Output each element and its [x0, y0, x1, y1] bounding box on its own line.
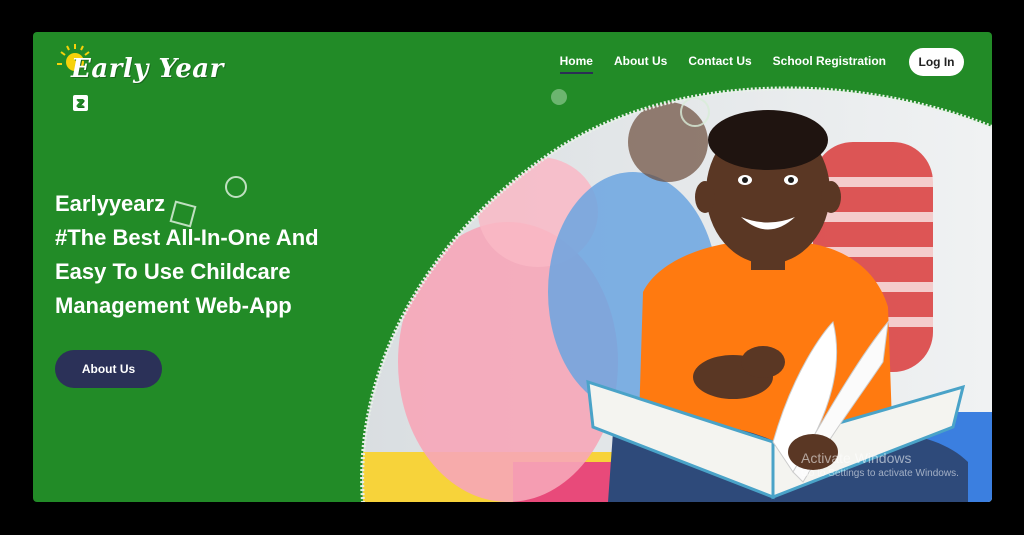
hero-line-2: #The Best All-In-One And [55, 225, 319, 250]
device-frame: Early Year z Home About Us Contact Us Sch… [0, 0, 1024, 535]
login-button[interactable]: Log In [909, 48, 964, 76]
activate-windows-watermark: Activate Windows Go to Settings to activ… [801, 450, 959, 482]
brand-wordmark: Early Year z [71, 54, 235, 114]
brand-wordmark-z: z [73, 95, 88, 111]
website-viewport: Early Year z Home About Us Contact Us Sch… [33, 32, 992, 502]
brand-logo[interactable]: Early Year z [55, 38, 235, 111]
brand-wordmark-text: Early Year [71, 54, 224, 84]
about-us-button[interactable]: About Us [55, 350, 162, 388]
hero-line-1: Earlyyearz [55, 191, 166, 216]
hero-line-4: Management Web-App [55, 293, 292, 318]
hero-heading: Earlyyearz #The Best All-In-One And Easy… [55, 187, 395, 323]
nav-about-us[interactable]: About Us [614, 54, 667, 72]
hero-line-3: Easy To Use Childcare [55, 259, 291, 284]
watermark-title: Activate Windows [801, 450, 912, 466]
nav-home[interactable]: Home [559, 54, 594, 74]
nav-school-registration[interactable]: School Registration [773, 54, 886, 72]
nav-contact-us[interactable]: Contact Us [688, 54, 751, 72]
watermark-subtitle: Go to Settings to activate Windows. [801, 468, 959, 479]
main-nav: Home About Us Contact Us School Registra… [559, 54, 886, 74]
